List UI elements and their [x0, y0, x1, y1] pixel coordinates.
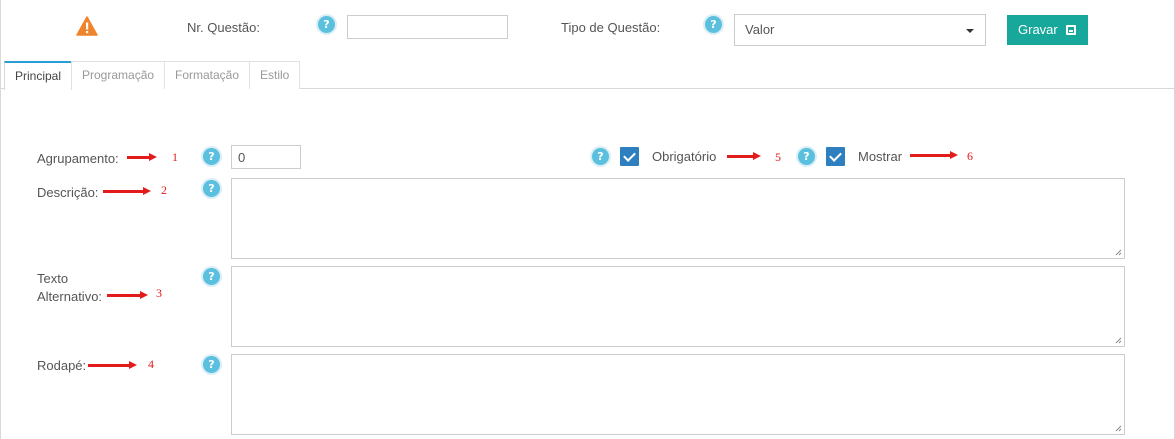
- floppy-disk-icon: [1066, 25, 1076, 35]
- tab-programacao[interactable]: Programação: [71, 61, 166, 89]
- annotation-number-4: 4: [148, 357, 154, 371]
- chevron-down-icon: [966, 29, 974, 33]
- resize-grip-icon[interactable]: [1115, 337, 1122, 344]
- resize-grip-icon[interactable]: [1115, 425, 1122, 432]
- description-label: Descrição:: [37, 185, 99, 200]
- question-type-select[interactable]: Valor: [734, 14, 986, 46]
- required-checkbox[interactable]: [620, 147, 639, 166]
- help-icon-show[interactable]: ?: [798, 148, 815, 165]
- warning-icon: [76, 16, 98, 36]
- annotation-arrow-1: [127, 153, 157, 161]
- annotation-arrow-6: [910, 151, 958, 159]
- alt-text-label-line1: Texto: [37, 271, 69, 286]
- annotation-number-2: 2: [161, 183, 167, 197]
- annotation-number-6: 6: [967, 149, 973, 163]
- tab-principal[interactable]: Principal: [4, 61, 73, 90]
- tab-formatacao[interactable]: Formatação: [164, 61, 251, 89]
- frame-left-border: [0, 0, 1, 439]
- tab-estilo[interactable]: Estilo: [249, 61, 301, 89]
- question-type-selected-value: Valor: [745, 22, 775, 37]
- resize-grip-icon[interactable]: [1115, 249, 1122, 256]
- help-icon-alt-text[interactable]: ?: [203, 268, 220, 285]
- annotation-arrow-4: [88, 361, 137, 369]
- show-checkbox[interactable]: [826, 147, 845, 166]
- annotation-arrow-2: [103, 187, 151, 195]
- footer-textarea[interactable]: [231, 354, 1125, 435]
- description-textarea[interactable]: [231, 178, 1125, 259]
- help-icon-footer[interactable]: ?: [203, 356, 220, 373]
- alt-text-label-line2: Alternativo:: [37, 289, 103, 304]
- help-icon-grouping[interactable]: ?: [203, 148, 220, 165]
- question-number-input[interactable]: [347, 15, 508, 39]
- grouping-label: Agrupamento:: [37, 151, 119, 166]
- help-icon-required[interactable]: ?: [592, 148, 609, 165]
- save-button-label: Gravar: [1018, 22, 1058, 37]
- alt-text-textarea[interactable]: [231, 266, 1125, 347]
- show-label: Mostrar: [858, 149, 903, 164]
- annotation-number-5: 5: [775, 150, 781, 164]
- help-icon-question-type[interactable]: ?: [705, 16, 722, 33]
- grouping-input[interactable]: [231, 145, 301, 169]
- question-type-label: Tipo de Questão:: [561, 20, 661, 35]
- annotation-number-3: 3: [156, 286, 162, 300]
- help-icon-description[interactable]: ?: [203, 180, 220, 197]
- question-number-label: Nr. Questão:: [187, 20, 260, 35]
- help-icon-question-number[interactable]: ?: [318, 16, 335, 33]
- annotation-arrow-3: [107, 291, 148, 299]
- required-label: Obrigatório: [652, 149, 717, 164]
- footer-label: Rodapé:: [37, 358, 87, 373]
- annotation-arrow-5: [727, 152, 761, 160]
- save-button[interactable]: Gravar: [1007, 15, 1088, 45]
- annotation-number-1: 1: [172, 150, 178, 164]
